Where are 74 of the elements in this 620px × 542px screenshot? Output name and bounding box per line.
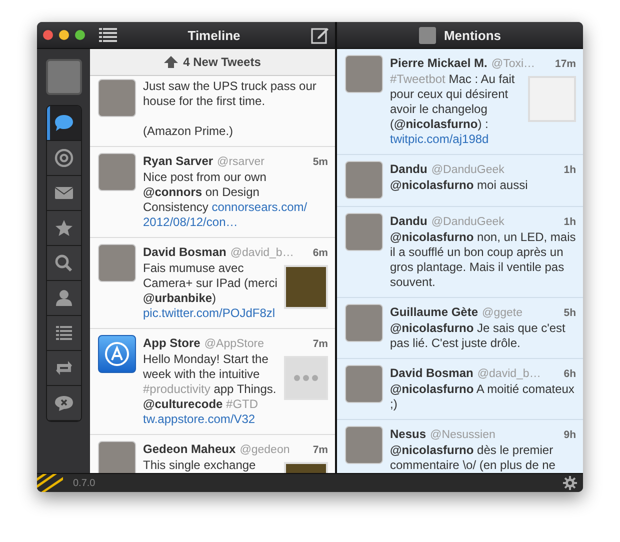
author-name[interactable]: Gedeon Maheux	[143, 441, 236, 457]
tweet-time: 6h	[564, 367, 576, 382]
tweet-link[interactable]: POJdF8zl	[222, 306, 276, 321]
tweet-time: 7m	[312, 337, 328, 352]
tweet-link[interactable]: 2012/08/12/con…	[143, 215, 238, 230]
caution-stripes-icon	[37, 474, 63, 492]
tweet-time: 5m	[312, 155, 328, 170]
author-name[interactable]: Guillaume Gète	[390, 304, 478, 320]
search-icon	[54, 254, 74, 272]
account-avatar[interactable]	[46, 59, 82, 95]
author-handle: @Toxi…	[491, 57, 536, 72]
tweet-link[interactable]: tw.appstore.com/V32	[143, 412, 256, 427]
envelope-icon	[54, 184, 74, 202]
photo-placeholder[interactable]	[284, 265, 328, 309]
version-label: 0.7.0	[73, 478, 96, 488]
author-handle: @rsarver	[217, 155, 266, 170]
author-name[interactable]: David Bosman	[390, 365, 474, 381]
new-tweets-label: 4 New Tweets	[183, 55, 261, 69]
compose-icon[interactable]	[310, 26, 329, 44]
author-name[interactable]: Pierre Mickael M.	[390, 55, 488, 71]
tweet-text: @nicolasfurno A moitié comateux ;)	[390, 382, 576, 412]
retweet-icon	[54, 359, 74, 377]
list-icon[interactable]	[99, 28, 117, 42]
author-name[interactable]: App Store	[143, 335, 200, 351]
tweet-text: #Tweetbot Mac : Au fait pour ceux qui désirent avoir le changelog (@nicolasfurno) : twitpic.com/aj198d	[390, 72, 516, 147]
tweet-link[interactable]: connorsears.com/	[212, 200, 308, 215]
tweet-link[interactable]: twitpic.com/aj198d	[390, 132, 489, 147]
tweet-text: Fais mumuse avec Camera+ sur IPad (merci @urbanbike) pic.twitter.com/POJdF8zl	[143, 261, 278, 321]
author-name[interactable]: Dandu	[390, 213, 428, 229]
author-handle: @david_b…	[230, 246, 295, 261]
author-name[interactable]: Ryan Sarver	[143, 153, 214, 169]
settings-icon[interactable]	[563, 476, 577, 490]
tweet-text: @nicolasfurno Je sais que c'est pas lié. C'est juste drôle.	[390, 321, 566, 351]
tweet-text: @nicolasfurno non, un LED, mais il a soufflé un bon coup après un gros plantage. Mais il ventile pas souvent.	[390, 230, 576, 290]
timeline-tab[interactable]	[46, 106, 80, 141]
list-icon	[54, 324, 74, 342]
author-handle: @gedeon	[240, 443, 291, 458]
minimize-icon[interactable]	[59, 30, 69, 40]
author-handle: @DanduGeek	[431, 163, 506, 178]
author-name[interactable]: Dandu	[390, 161, 428, 177]
tweet-time: 7m	[312, 443, 328, 458]
person-icon	[54, 289, 74, 307]
star-icon	[54, 219, 74, 237]
new-tweets-banner[interactable]: 4 New Tweets	[90, 49, 335, 76]
tweet-time: 6m	[312, 246, 328, 261]
app-icon[interactable]	[98, 335, 136, 373]
window-title: Timeline	[188, 28, 240, 42]
tweet-text: This single exchange	[143, 458, 257, 473]
avatar-icon	[418, 26, 436, 44]
speech-bubble-icon	[54, 114, 74, 132]
author-name[interactable]: Nesus	[390, 426, 426, 442]
muted-bubble-icon	[54, 394, 74, 412]
column-title: Mentions	[444, 28, 502, 42]
author-handle: @AppStore	[204, 337, 265, 352]
author-name[interactable]: David Bosman	[143, 244, 226, 260]
author-handle: @Nesussien	[430, 428, 496, 443]
tweet-text: @nicolasfurno moi aussi	[390, 178, 529, 193]
author-handle: @david_b…	[477, 367, 542, 382]
close-icon[interactable]	[43, 30, 53, 40]
tweet-time: 1h	[564, 163, 576, 178]
tweet-text: (Amazon Prime.)	[143, 124, 234, 139]
tweet-link[interactable]: pic.twitter.com/	[143, 306, 222, 321]
tweet-time: 1h	[564, 215, 576, 230]
tweet-time: 9h	[564, 428, 576, 443]
zoom-icon[interactable]	[75, 30, 85, 40]
tweet-time: 5h	[564, 306, 576, 321]
tweet-time: 17m	[554, 57, 576, 72]
tweet-text: @nicolasfurno dès le premier commentaire \o/ (en plus de ne	[390, 443, 556, 473]
up-arrow-icon	[164, 56, 178, 68]
author-handle: @ggete	[482, 306, 524, 321]
tweet-text: Hello Monday! Start the week with the intuitive #productivity app Things. @culturecode #GTD tw.appstore.com/V32	[143, 352, 278, 427]
tweet-text: Nice post from our own @connors on Design Consistency connorsears.com/ 2012/08/12/con…	[143, 170, 308, 230]
tweet-text: Just saw the UPS truck pass our house for the first time.	[143, 79, 318, 109]
author-handle: @DanduGeek	[431, 215, 506, 230]
